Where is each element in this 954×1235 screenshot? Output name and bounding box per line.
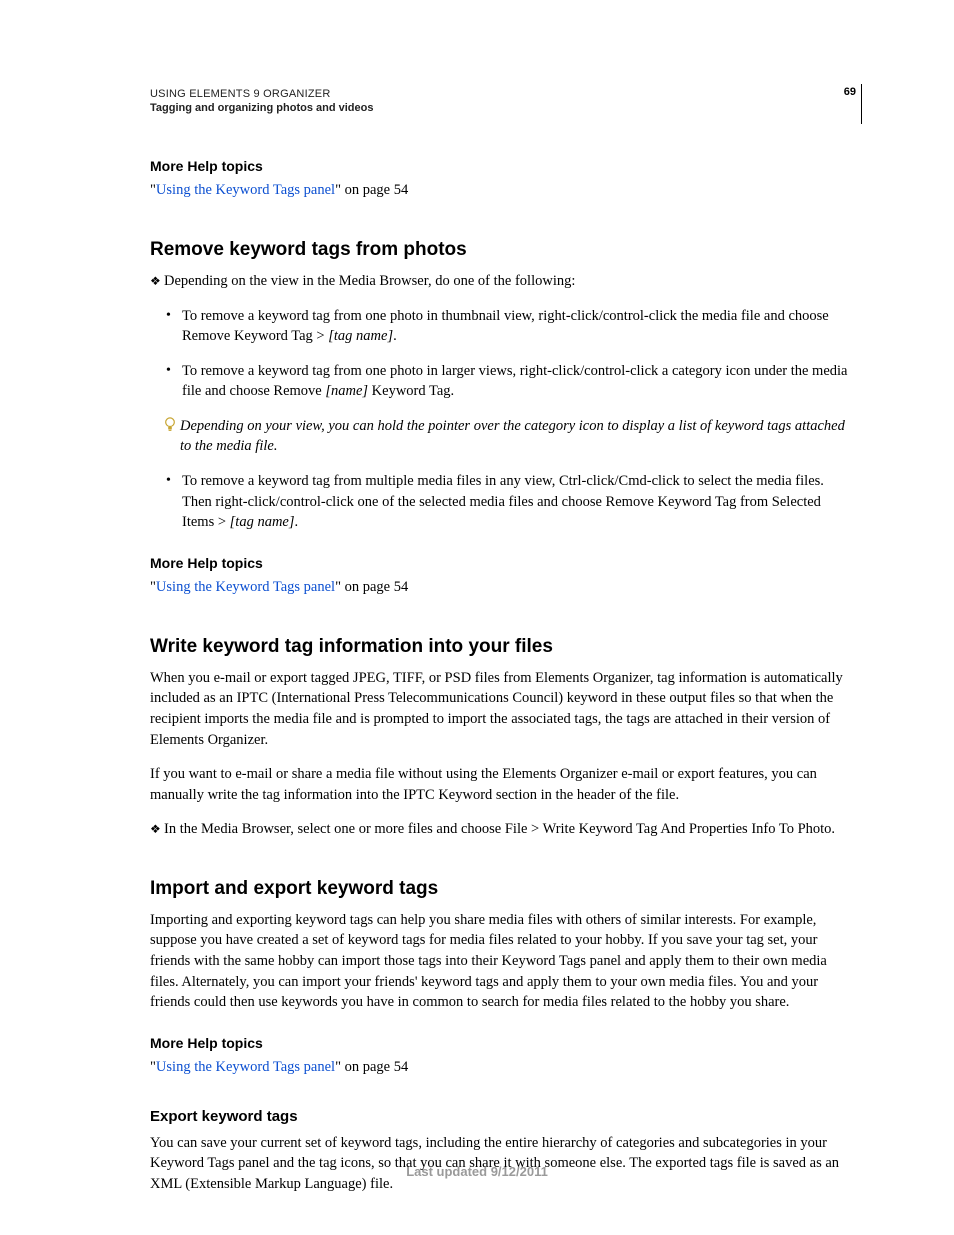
header-rule bbox=[861, 84, 862, 124]
section-heading-write-tags: Write keyword tag information into your … bbox=[150, 636, 854, 658]
text-part: . bbox=[295, 514, 299, 530]
text-part: To remove a keyword tag from one photo i… bbox=[182, 308, 829, 345]
lightbulb-icon bbox=[164, 416, 180, 457]
link-suffix: " on page 54 bbox=[335, 1059, 408, 1075]
bullet-icon: • bbox=[164, 471, 182, 533]
bullet-icon: • bbox=[164, 361, 182, 402]
related-link-line: "Using the Keyword Tags panel" on page 5… bbox=[150, 1057, 854, 1078]
step-item: ❖ In the Media Browser, select one or mo… bbox=[150, 819, 854, 840]
body-paragraph: If you want to e-mail or share a media f… bbox=[150, 764, 854, 805]
bullet-text: To remove a keyword tag from multiple me… bbox=[182, 471, 854, 533]
bullet-item: • To remove a keyword tag from one photo… bbox=[164, 361, 854, 402]
header-title: USING ELEMENTS 9 ORGANIZER bbox=[150, 88, 854, 100]
diamond-bullet-icon: ❖ bbox=[150, 271, 164, 292]
section-heading-import-export: Import and export keyword tags bbox=[150, 878, 854, 900]
tip-text: Depending on your view, you can hold the… bbox=[180, 416, 854, 457]
link-suffix: " on page 54 bbox=[335, 579, 408, 595]
more-help-heading: More Help topics bbox=[150, 1035, 854, 1051]
intro-text: Depending on the view in the Media Brows… bbox=[164, 271, 854, 292]
document-page: 69 USING ELEMENTS 9 ORGANIZER Tagging an… bbox=[0, 0, 954, 1235]
keyword-tags-panel-link[interactable]: Using the Keyword Tags panel bbox=[156, 579, 335, 595]
keyword-tags-panel-link[interactable]: Using the Keyword Tags panel bbox=[156, 182, 335, 198]
running-header: 69 USING ELEMENTS 9 ORGANIZER Tagging an… bbox=[150, 88, 854, 114]
step-text: In the Media Browser, select one or more… bbox=[164, 819, 854, 840]
bullet-item: • To remove a keyword tag from one photo… bbox=[164, 306, 854, 347]
more-help-heading: More Help topics bbox=[150, 555, 854, 571]
bullet-text: To remove a keyword tag from one photo i… bbox=[182, 361, 854, 402]
body-paragraph: When you e-mail or export tagged JPEG, T… bbox=[150, 668, 854, 750]
bullet-item: • To remove a keyword tag from multiple … bbox=[164, 471, 854, 533]
page-number: 69 bbox=[844, 86, 856, 98]
keyword-tags-panel-link[interactable]: Using the Keyword Tags panel bbox=[156, 1059, 335, 1075]
bullet-icon: • bbox=[164, 306, 182, 347]
tag-name-placeholder: [tag name] bbox=[230, 514, 295, 530]
body-paragraph: Importing and exporting keyword tags can… bbox=[150, 910, 854, 1013]
text-part: To remove a keyword tag from one photo i… bbox=[182, 363, 848, 400]
related-link-line: "Using the Keyword Tags panel" on page 5… bbox=[150, 180, 854, 201]
text-part: Keyword Tag. bbox=[368, 383, 454, 399]
tag-name-placeholder: [tag name] bbox=[328, 328, 393, 344]
name-placeholder: [name] bbox=[325, 383, 368, 399]
header-subtitle: Tagging and organizing photos and videos bbox=[150, 102, 854, 114]
section-heading-remove-tags: Remove keyword tags from photos bbox=[150, 239, 854, 261]
intro-step: ❖ Depending on the view in the Media Bro… bbox=[150, 271, 854, 292]
text-part: . bbox=[393, 328, 397, 344]
bullet-text: To remove a keyword tag from one photo i… bbox=[182, 306, 854, 347]
tip-note: Depending on your view, you can hold the… bbox=[164, 416, 854, 457]
footer-last-updated: Last updated 9/12/2011 bbox=[0, 1164, 954, 1179]
subsection-heading-export: Export keyword tags bbox=[150, 1108, 854, 1125]
link-suffix: " on page 54 bbox=[335, 182, 408, 198]
more-help-heading: More Help topics bbox=[150, 158, 854, 174]
related-link-line: "Using the Keyword Tags panel" on page 5… bbox=[150, 577, 854, 598]
diamond-bullet-icon: ❖ bbox=[150, 819, 164, 840]
